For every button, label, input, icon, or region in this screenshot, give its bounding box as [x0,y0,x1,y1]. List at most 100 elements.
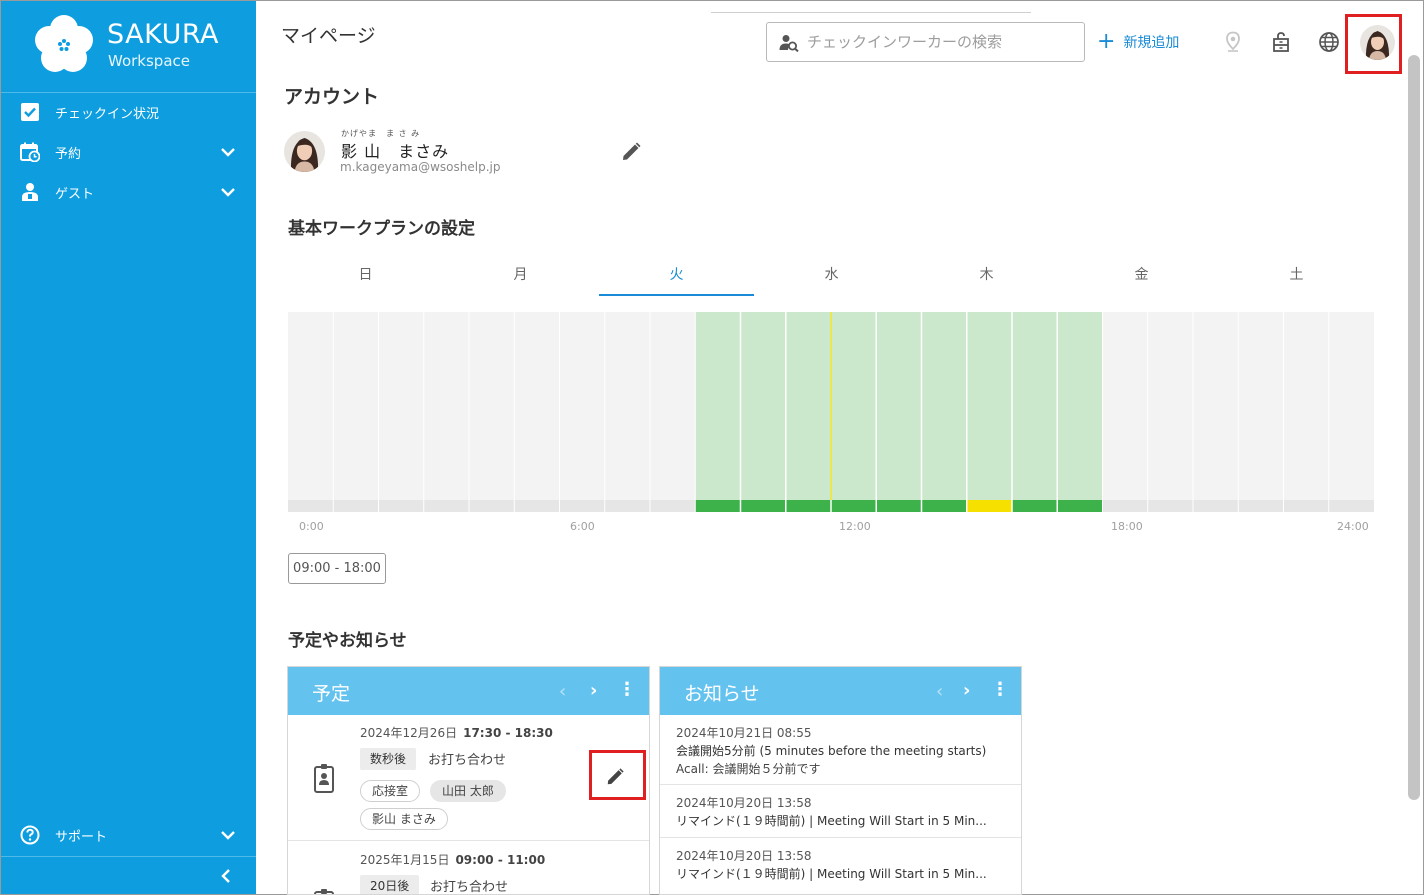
more-vertical-icon[interactable]: ⋮ [618,679,636,700]
chevron-down-icon [221,188,235,197]
plans-card-header: 予定 ‹ › ⋮ [288,667,649,715]
event-time: 17:30 - 18:30 [463,726,553,740]
work-hour-bar [695,500,741,512]
edit-pencil-icon[interactable] [605,767,625,787]
tick-label: 24:00 [1337,520,1369,533]
news-body: Acall: 会議開始５分前です [676,762,821,776]
chevron-right-icon[interactable]: › [590,680,597,701]
tab-tuesday[interactable]: 火 [599,258,754,296]
tick-label: 12:00 [839,520,871,533]
sakura-logo-icon [35,15,93,72]
workplan-timeline-chart[interactable] [288,312,1374,514]
badge-card-icon [314,764,334,793]
news-item[interactable]: 2024年10月21日 08:55 会議開始5分前 (5 minutes bef… [660,715,1021,785]
sidebar-item-label: 予約 [55,147,82,162]
person-search-icon [779,35,799,52]
tick-label: 0:00 [299,520,324,533]
account-heading: アカウント [284,86,380,108]
news-item[interactable]: 2024年10月20日 13:58 リマインド(１９時間前) | Meeting… [660,838,1021,894]
collapse-sidebar-chevron-icon[interactable] [217,866,237,886]
plus-icon: + [1097,29,1116,54]
time-until-badge: 20日後 [360,875,420,894]
user-photo-icon [284,131,325,172]
tab-saturday[interactable]: 土 [1219,258,1374,296]
tab-sunday[interactable]: 日 [288,258,443,296]
chevron-left-icon[interactable]: ‹ [559,681,566,702]
help-circle-icon [20,825,40,845]
user-photo-icon [1360,25,1395,60]
event-time: 09:00 - 11:00 [455,853,546,867]
news-date: 2024年10月20日 13:58 [676,796,812,810]
news-title: リマインド(１９時間前) | Meeting Will Start in 5 M… [676,867,987,881]
sidebar-item-label: サポート [55,830,108,845]
schedule-heading: 予定やお知らせ [288,631,407,651]
account-email: m.kageyama@wsoshelp.jp [340,160,501,174]
divider [711,12,1031,13]
highlight-hour-bar [966,500,1012,512]
sidebar-item-label: ゲスト [55,187,95,202]
tick-label: 6:00 [570,520,595,533]
news-date: 2024年10月21日 08:55 [676,726,812,740]
chevron-left-icon[interactable]: ‹ [936,681,943,702]
tab-friday[interactable]: 金 [1064,258,1219,296]
news-title: リマインド(１９時間前) | Meeting Will Start in 5 M… [676,814,987,828]
sidebar-item-label: チェックイン状況 [55,107,160,122]
page-title: マイページ [281,25,376,47]
chevron-right-icon[interactable]: › [963,680,970,701]
brand: SAKURA Workspace [1,1,256,93]
sidebar-item-support[interactable]: サポート [1,817,256,853]
tab-thursday[interactable]: 木 [909,258,1064,296]
work-hour-bar [1057,500,1103,512]
time-until-badge: 数秒後 [360,748,417,770]
work-hour-bar [921,500,967,512]
news-card-header: お知らせ ‹ › ⋮ [660,667,1021,715]
brand-subtitle: Workspace [108,52,190,70]
work-hour-bar [876,500,922,512]
event-date: 2025年1月15日 [360,853,450,867]
event-datetime: 2024年12月26日 17:30 - 18:30 [360,724,553,741]
tick-label: 18:00 [1111,520,1143,533]
work-hours-area [695,312,1103,500]
chevron-down-icon [221,148,235,157]
sidebar-divider [1,856,256,857]
work-hour-bar [1012,500,1058,512]
participant-chip: 山田 太郎 [430,780,506,802]
page-scrollbar[interactable] [1408,55,1420,800]
user-avatar[interactable] [1360,25,1395,60]
event-date: 2024年12月26日 [360,726,458,740]
event-datetime: 2025年1月15日 09:00 - 11:00 [360,851,545,868]
plans-card-title: 予定 [312,683,351,705]
brand-name: SAKURA [107,19,219,50]
work-hour-bar [785,500,831,512]
locker-icon[interactable] [1270,31,1292,53]
event-title: お打ち合わせ [428,753,507,768]
account-name: 影 山 まさみ [341,142,450,161]
location-pin-icon[interactable] [1222,31,1244,53]
add-new-button[interactable]: + 新規追加 [1097,31,1179,53]
sidebar-item-guest[interactable]: ゲスト [1,174,256,210]
guest-icon [22,183,38,201]
sidebar-item-checkin-status[interactable]: チェックイン状況 [1,94,256,130]
checkbox-icon [21,103,39,121]
event-item[interactable]: 2025年1月15日 09:00 - 11:00 20日後 お打ち合わせ [288,842,649,895]
more-vertical-icon[interactable]: ⋮ [991,679,1009,700]
edit-pencil-icon[interactable] [620,141,642,163]
tab-wednesday[interactable]: 水 [754,258,909,296]
globe-icon[interactable] [1318,31,1340,53]
participant-chip: 影山 まさみ [360,808,448,830]
news-title: 会議開始5分前 (5 minutes before the meeting st… [676,744,987,758]
event-title: お打ち合わせ [430,880,509,895]
calendar-clock-icon [20,142,40,162]
sidebar-item-reservation[interactable]: 予約 [1,134,256,170]
tab-monday[interactable]: 月 [443,258,598,296]
work-hours-chip[interactable]: 09:00 - 18:00 [288,553,386,584]
workplan-heading: 基本ワークプランの設定 [288,219,475,239]
worker-search-box[interactable] [766,22,1085,62]
news-card: お知らせ ‹ › ⋮ 2024年10月21日 08:55 会議開始5分前 (5 … [659,666,1022,895]
work-hour-bar [740,500,786,512]
work-hour-bar [831,500,877,512]
add-new-label: 新規追加 [1123,35,1180,51]
search-input[interactable] [807,30,1077,54]
chevron-down-icon [221,831,235,840]
news-item[interactable]: 2024年10月20日 13:58 リマインド(１９時間前) | Meeting… [660,785,1021,838]
